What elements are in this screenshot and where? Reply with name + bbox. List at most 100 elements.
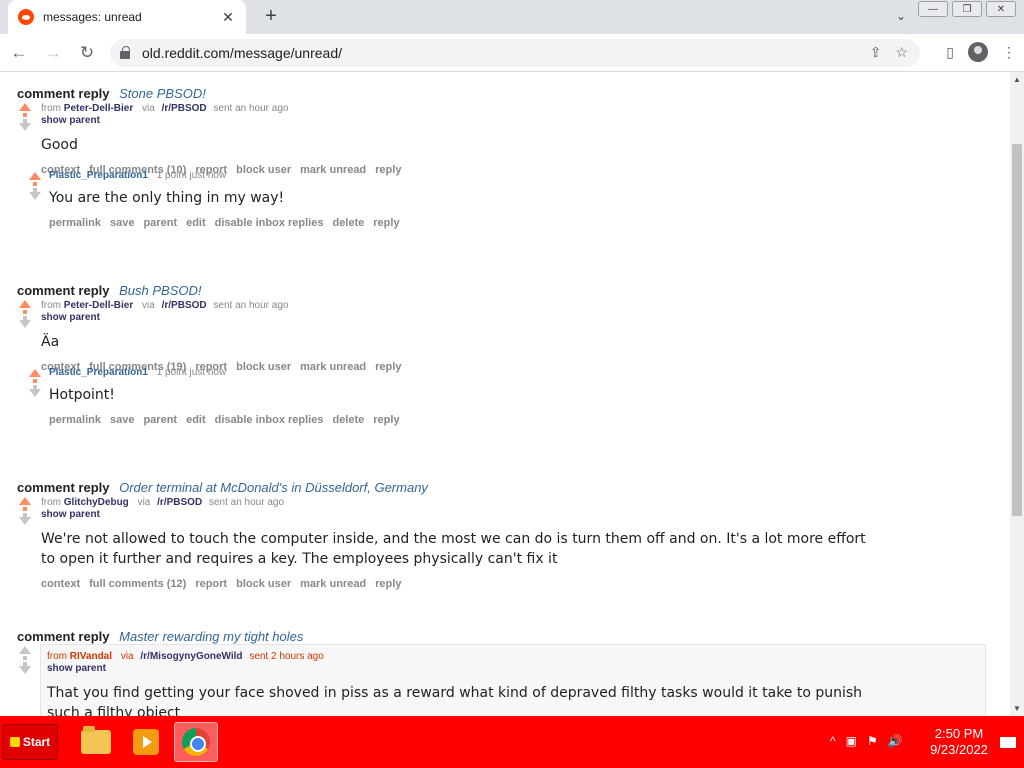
- tray-expand-icon[interactable]: ^: [830, 734, 836, 748]
- entry-title-link[interactable]: Bush PBSOD!: [119, 283, 201, 298]
- reply-link[interactable]: reply: [375, 578, 401, 590]
- menu-icon[interactable]: ⋮: [1002, 44, 1016, 61]
- action-center-flag-icon[interactable]: ⚑: [867, 734, 878, 748]
- reddit-icon: [18, 9, 34, 25]
- reply-link[interactable]: reply: [373, 217, 399, 229]
- close-window-button[interactable]: ✕: [986, 1, 1016, 17]
- bookmark-star-icon[interactable]: ☆: [895, 44, 908, 61]
- disable-inbox-replies-link[interactable]: disable inbox replies: [215, 414, 324, 426]
- scroll-down-icon[interactable]: ▼: [1013, 704, 1021, 713]
- entry-type: comment reply: [17, 629, 110, 644]
- entry-type: comment reply: [17, 86, 110, 101]
- reply-link[interactable]: reply: [373, 414, 399, 426]
- taskbar: Start ^ ▣ ⚑ 🔊 2:50 PM 9/23/2022: [0, 716, 1024, 768]
- taskbar-media-player[interactable]: [124, 722, 168, 762]
- browser-tab[interactable]: messages: unread ✕: [8, 0, 246, 34]
- message-body: We're not allowed to touch the computer …: [41, 529, 1001, 569]
- tab-title: messages: unread: [43, 10, 142, 24]
- minimize-button[interactable]: —: [918, 1, 948, 17]
- reload-button[interactable]: ↻: [72, 38, 102, 68]
- message-line: We're not allowed to touch the computer …: [41, 531, 866, 547]
- downvote-icon[interactable]: [19, 320, 31, 328]
- subreddit-link[interactable]: /r/MisogynyGoneWild: [140, 651, 242, 662]
- upvote-icon[interactable]: [19, 646, 31, 654]
- tab-search-icon[interactable]: ⌄: [896, 9, 906, 23]
- scroll-up-icon[interactable]: ▲: [1013, 75, 1021, 84]
- reply-author-link[interactable]: Plastic_Preparation1: [49, 170, 148, 181]
- media-player-icon: [133, 729, 159, 755]
- edit-link[interactable]: edit: [186, 217, 206, 229]
- page-scrollbar[interactable]: ▲ ▼: [1010, 72, 1024, 716]
- subreddit-link[interactable]: /r/PBSOD: [162, 103, 207, 114]
- folder-icon: [81, 726, 111, 754]
- vote-arrows: [27, 369, 43, 397]
- back-button[interactable]: ←: [4, 38, 34, 68]
- entry-title-link[interactable]: Order terminal at McDonald's in Düsseldo…: [119, 480, 428, 495]
- downvote-icon[interactable]: [29, 192, 41, 200]
- sent-time: sent an hour ago: [213, 300, 289, 311]
- show-desktop-button[interactable]: [1000, 737, 1016, 748]
- delete-link[interactable]: delete: [332, 414, 364, 426]
- restore-button[interactable]: ❐: [952, 1, 982, 17]
- subreddit-link[interactable]: /r/PBSOD: [162, 300, 207, 311]
- reply-buttons: permalink save parent edit disable inbox rep…: [49, 216, 919, 230]
- disable-inbox-replies-link[interactable]: disable inbox replies: [215, 217, 324, 229]
- taskbar-chrome[interactable]: [174, 722, 218, 762]
- network-icon[interactable]: ▣: [846, 734, 857, 748]
- full-comments-link[interactable]: full comments (12): [89, 578, 186, 590]
- forward-button[interactable]: →: [38, 38, 68, 68]
- show-parent-link[interactable]: show parent: [47, 663, 977, 675]
- parent-link[interactable]: parent: [143, 414, 177, 426]
- address-bar[interactable]: old.reddit.com/message/unread/ ⇪ ☆: [110, 39, 920, 67]
- reply-score: 1 point just now: [156, 367, 227, 378]
- share-icon[interactable]: ⇪: [870, 44, 882, 61]
- author-link[interactable]: Peter-Dell-Bier: [64, 103, 133, 114]
- parent-link[interactable]: parent: [143, 217, 177, 229]
- upvote-icon[interactable]: [19, 300, 31, 308]
- tab-close-icon[interactable]: ✕: [220, 9, 236, 26]
- clock[interactable]: 2:50 PM 9/23/2022: [924, 726, 994, 758]
- author-link[interactable]: Peter-Dell-Bier: [64, 300, 133, 311]
- upvote-icon[interactable]: [19, 497, 31, 505]
- downvote-icon[interactable]: [19, 666, 31, 674]
- downvote-icon[interactable]: [19, 517, 31, 525]
- entry-title-link[interactable]: Master rewarding my tight holes: [119, 629, 303, 644]
- upvote-icon[interactable]: [29, 369, 41, 377]
- save-link[interactable]: save: [110, 217, 134, 229]
- author-link[interactable]: RIVandal: [70, 651, 112, 662]
- save-link[interactable]: save: [110, 414, 134, 426]
- lock-icon[interactable]: [120, 46, 130, 59]
- show-parent-link[interactable]: show parent: [41, 115, 1001, 127]
- reply-body: You are the only thing in my way!: [49, 190, 285, 206]
- side-panel-icon[interactable]: ▯: [946, 44, 954, 61]
- start-button[interactable]: Start: [2, 724, 58, 760]
- url-text[interactable]: old.reddit.com/message/unread/: [142, 45, 342, 61]
- message-entry: comment reply Stone PBSOD! from Peter-De…: [17, 86, 1007, 176]
- downvote-icon[interactable]: [19, 123, 31, 131]
- edit-link[interactable]: edit: [186, 414, 206, 426]
- upvote-icon[interactable]: [29, 172, 41, 180]
- new-tab-button[interactable]: +: [259, 5, 283, 28]
- show-parent-link[interactable]: show parent: [41, 312, 1001, 324]
- entry-meta: from GlitchyDebug via /r/PBSOD sent an h…: [41, 497, 285, 508]
- report-link[interactable]: report: [195, 578, 227, 590]
- message-body: Äa: [41, 334, 60, 350]
- entry-title-link[interactable]: Stone PBSOD!: [119, 86, 206, 101]
- mark-unread-link[interactable]: mark unread: [300, 578, 366, 590]
- delete-link[interactable]: delete: [332, 217, 364, 229]
- window-controls: — ❐ ✕: [918, 1, 1016, 17]
- volume-icon[interactable]: 🔊: [888, 734, 903, 748]
- context-link[interactable]: context: [41, 578, 80, 590]
- scroll-thumb[interactable]: [1012, 144, 1022, 516]
- reply-author-link[interactable]: Plastic_Preparation1: [49, 367, 148, 378]
- permalink-link[interactable]: permalink: [49, 414, 101, 426]
- taskbar-file-explorer[interactable]: [74, 722, 118, 762]
- author-link[interactable]: GlitchyDebug: [64, 497, 129, 508]
- upvote-icon[interactable]: [19, 103, 31, 111]
- show-parent-link[interactable]: show parent: [41, 509, 1001, 521]
- profile-avatar[interactable]: [968, 42, 988, 62]
- permalink-link[interactable]: permalink: [49, 217, 101, 229]
- downvote-icon[interactable]: [29, 389, 41, 397]
- block-user-link[interactable]: block user: [236, 578, 291, 590]
- subreddit-link[interactable]: /r/PBSOD: [157, 497, 202, 508]
